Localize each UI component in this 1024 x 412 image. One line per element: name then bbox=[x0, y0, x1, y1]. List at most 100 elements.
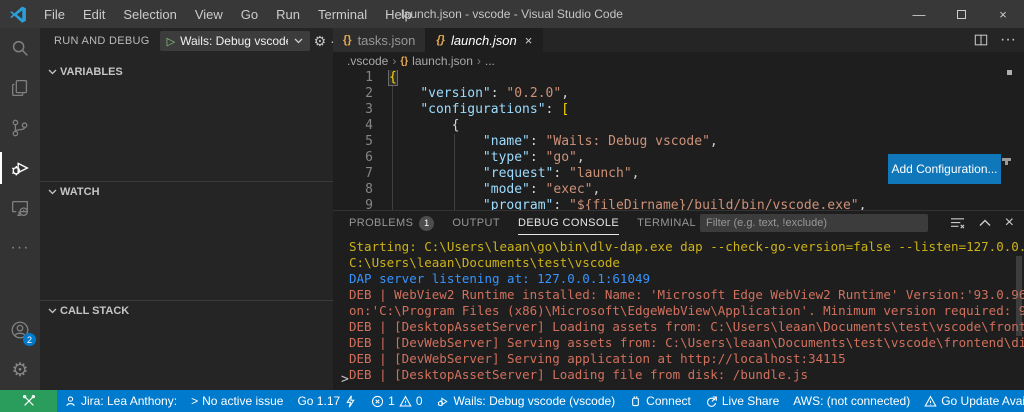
breadcrumb-separator-icon: › bbox=[392, 54, 396, 68]
jira-status-item[interactable]: Jira: Lea Anthony: bbox=[57, 390, 184, 412]
code-line: 1{ bbox=[333, 70, 1024, 86]
debug-config-dropdown[interactable]: ▷ Wails: Debug vscode bbox=[160, 31, 310, 51]
gear-icon: ⚙ bbox=[11, 359, 28, 382]
tab-launch-json[interactable]: {} launch.json × bbox=[426, 28, 543, 52]
tab-label: launch.json bbox=[451, 33, 517, 48]
maximize-button[interactable] bbox=[940, 0, 982, 28]
console-prompt[interactable]: > bbox=[341, 372, 349, 383]
tab-terminal[interactable]: TERMINAL bbox=[637, 211, 696, 235]
error-icon bbox=[371, 395, 384, 408]
debug-status-icon bbox=[437, 395, 450, 408]
bottom-panel: PROBLEMS 1 OUTPUT DEBUG CONSOLE TERMINAL… bbox=[333, 210, 1024, 390]
menu-selection[interactable]: Selection bbox=[114, 0, 185, 28]
go-tools-icon bbox=[344, 395, 357, 408]
indent-guide bbox=[392, 86, 393, 210]
editor-group: {} tasks.json {} launch.json × ··· .vsco… bbox=[333, 28, 1024, 390]
menu-file[interactable]: File bbox=[35, 0, 74, 28]
problems-count-badge: 1 bbox=[419, 216, 434, 231]
code-line: 9 "program": "${fileDirname}/build/bin/v… bbox=[333, 198, 1024, 210]
settings-button[interactable]: ⚙ bbox=[0, 350, 40, 390]
tab-problems[interactable]: PROBLEMS 1 bbox=[349, 211, 434, 235]
go-version-item[interactable]: Go 1.17 bbox=[290, 390, 364, 412]
maximize-icon bbox=[957, 10, 966, 19]
activity-run-debug-button[interactable] bbox=[0, 148, 40, 188]
breadcrumb-folder[interactable]: .vscode bbox=[347, 54, 388, 68]
panel-tab-bar: PROBLEMS 1 OUTPUT DEBUG CONSOLE TERMINAL… bbox=[333, 211, 1024, 235]
jira-user-icon bbox=[64, 395, 77, 408]
activity-source-control-button[interactable] bbox=[0, 108, 40, 148]
live-share-item[interactable]: Live Share bbox=[698, 390, 786, 412]
go-update-item[interactable]: Go Update Available bbox=[917, 390, 1024, 412]
add-configuration-button[interactable]: Add Configuration... bbox=[888, 154, 1001, 184]
clear-console-icon[interactable] bbox=[950, 217, 965, 230]
chevron-down-icon bbox=[48, 189, 57, 195]
go-version-label: Go 1.17 bbox=[297, 394, 340, 408]
vscode-logo-icon bbox=[9, 5, 27, 23]
variables-section-header[interactable]: VARIABLES bbox=[40, 62, 333, 82]
activity-explorer-button[interactable] bbox=[0, 68, 40, 108]
tab-tasks-json[interactable]: {} tasks.json bbox=[333, 28, 426, 52]
call-stack-section-header[interactable]: CALL STACK bbox=[40, 301, 333, 321]
console-filter-box bbox=[700, 214, 928, 232]
debug-status-item[interactable]: Wails: Debug vscode (vscode) bbox=[430, 390, 623, 412]
debug-status-label: Wails: Debug vscode (vscode) bbox=[454, 394, 616, 408]
editor-more-actions-icon[interactable]: ··· bbox=[1000, 31, 1016, 49]
console-lines: Starting: C:\Users\leaan\go\bin\dlv-dap.… bbox=[349, 239, 1024, 383]
aws-label: AWS: (not connected) bbox=[793, 394, 910, 408]
menu-run[interactable]: Run bbox=[267, 0, 309, 28]
code-editor[interactable]: 1{2 "version": "0.2.0",3 "configurations… bbox=[333, 70, 1024, 210]
overview-ruler-mark bbox=[1002, 158, 1011, 161]
active-issue-item[interactable]: > No active issue bbox=[184, 390, 290, 412]
title-bar: File Edit Selection View Go Run Terminal… bbox=[0, 0, 1024, 28]
tab-debug-console[interactable]: DEBUG CONSOLE bbox=[518, 211, 619, 235]
minimize-button[interactable]: — bbox=[898, 0, 940, 28]
remote-indicator[interactable] bbox=[0, 390, 57, 412]
status-bar: Jira: Lea Anthony: > No active issue Go … bbox=[0, 390, 1024, 412]
maximize-panel-icon[interactable] bbox=[979, 219, 991, 227]
watch-section-header[interactable]: WATCH bbox=[40, 182, 333, 202]
close-panel-icon[interactable]: × bbox=[1005, 214, 1014, 232]
menu-view[interactable]: View bbox=[186, 0, 232, 28]
chevron-down-icon bbox=[294, 38, 303, 44]
console-line: DEB | [DevWebServer] Serving application… bbox=[349, 351, 1024, 367]
panel-scrollbar[interactable] bbox=[1016, 256, 1022, 336]
close-window-button[interactable]: × bbox=[982, 0, 1024, 28]
variables-section-body bbox=[40, 82, 333, 181]
chevron-down-icon bbox=[48, 69, 57, 75]
console-line: C:\Users\leaan\Documents\test\vscode bbox=[349, 255, 1024, 271]
call-stack-section: CALL STACK bbox=[40, 300, 333, 390]
activity-remote-explorer-button[interactable] bbox=[0, 188, 40, 228]
files-icon bbox=[9, 77, 31, 99]
code-line: 8 "mode": "exec", bbox=[333, 182, 1024, 198]
close-tab-icon[interactable]: × bbox=[525, 33, 533, 48]
console-line: DEB | [DesktopAssetServer] Loading file … bbox=[349, 367, 1024, 383]
console-line: Starting: C:\Users\leaan\go\bin\dlv-dap.… bbox=[349, 239, 1024, 255]
accounts-button[interactable]: 2 bbox=[0, 310, 40, 350]
text-cursor bbox=[397, 72, 398, 85]
breadcrumb-symbol[interactable]: ... bbox=[485, 54, 495, 68]
code-line: 2 "version": "0.2.0", bbox=[333, 86, 1024, 102]
debug-console-output[interactable]: Starting: C:\Users\leaan\go\bin\dlv-dap.… bbox=[333, 235, 1024, 383]
configure-gear-button[interactable]: ⚙ bbox=[314, 33, 327, 50]
error-count: 1 bbox=[388, 394, 395, 408]
call-stack-section-body bbox=[40, 321, 333, 390]
activity-search-button[interactable] bbox=[0, 28, 40, 68]
aws-status-item[interactable]: AWS: (not connected) bbox=[786, 390, 917, 412]
breadcrumb: .vscode › {} launch.json › ... bbox=[333, 52, 1024, 70]
live-share-icon bbox=[705, 395, 718, 408]
connect-plug-icon bbox=[629, 395, 642, 408]
connect-item[interactable]: Connect bbox=[622, 390, 698, 412]
menu-terminal[interactable]: Terminal bbox=[309, 0, 376, 28]
console-filter-input[interactable] bbox=[706, 217, 922, 229]
problems-status-item[interactable]: 1 0 bbox=[364, 390, 429, 412]
tab-output[interactable]: OUTPUT bbox=[452, 211, 500, 235]
menu-go[interactable]: Go bbox=[232, 0, 267, 28]
menu-edit[interactable]: Edit bbox=[74, 0, 114, 28]
activity-more-button[interactable]: ··· bbox=[0, 228, 40, 268]
tab-label: DEBUG CONSOLE bbox=[518, 217, 619, 229]
breadcrumb-file[interactable]: launch.json bbox=[412, 54, 473, 68]
split-editor-icon[interactable] bbox=[974, 33, 988, 47]
watch-section-body bbox=[40, 202, 333, 300]
code-lines: 1{2 "version": "0.2.0",3 "configurations… bbox=[333, 70, 1024, 210]
start-debug-icon[interactable]: ▷ bbox=[167, 35, 175, 48]
